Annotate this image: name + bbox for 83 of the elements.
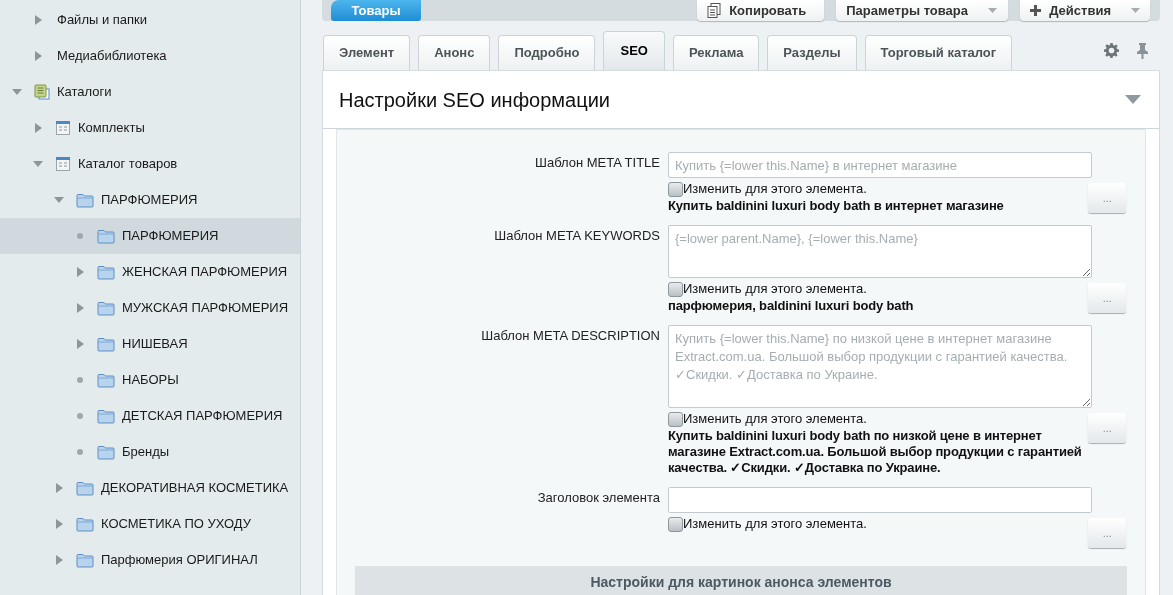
collapsed-arrow-icon[interactable] (33, 15, 43, 25)
collapsed-arrow-icon[interactable] (54, 519, 64, 529)
folder-icon (76, 516, 94, 532)
tree-item[interactable]: МУЖСКАЯ ПАРФЮМЕРИЯ (122, 298, 289, 318)
checkbox[interactable] (668, 181, 683, 197)
expanded-arrow-icon[interactable] (12, 87, 22, 97)
collapsed-arrow-icon[interactable] (54, 555, 64, 565)
checkbox-label: Изменить для этого элемента. (683, 411, 867, 427)
tree-item[interactable]: Парфюмерия ОРИГИНАЛ (101, 550, 258, 570)
selected-tree-row[interactable]: ПАРФЮМЕРИЯ (0, 218, 300, 254)
collapse-triangle-icon[interactable] (1125, 95, 1141, 104)
checkbox-label: Изменить для этого элемента. (683, 516, 867, 532)
checkbox[interactable] (668, 281, 683, 297)
tab[interactable]: Анонс (418, 35, 491, 70)
folder-icon (97, 300, 115, 316)
tree-item[interactable]: ПАРФЮМЕРИЯ (101, 190, 198, 210)
settings-icon[interactable] (1104, 43, 1119, 58)
field-label: Шаблон META KEYWORDS (493, 227, 660, 245)
panel-title: Настройки SEO информации (339, 87, 610, 113)
collapsed-arrow-icon[interactable] (33, 123, 43, 133)
bullet-icon (75, 375, 85, 385)
tab[interactable]: Подробно (498, 35, 596, 70)
field-label: Заголовок элемента (536, 489, 660, 507)
tree-item[interactable]: ПАРФЮМЕРИЯ (122, 226, 219, 246)
toolbar-button[interactable]: Копировать (697, 0, 825, 21)
folder-icon (76, 552, 94, 568)
tab[interactable]: SEO (603, 31, 665, 70)
tree-item[interactable]: Бренды (122, 442, 170, 462)
tree-item[interactable]: Медиабиблиотека (57, 46, 167, 66)
copy-icon (707, 3, 722, 18)
expanded-arrow-icon[interactable] (33, 159, 43, 169)
checkbox[interactable] (668, 411, 683, 427)
folder-icon (76, 192, 94, 208)
template-textarea[interactable]: {=lower parent.Name}, {=lower this.Name} (668, 225, 1092, 278)
template-textarea[interactable]: Купить {=lower this.Name} по низкой цене в интернет магазине Extract.com.ua. Большой выбор продукции с гарантией качества. ✓Скидки. ✓Доставка по Украине. (668, 325, 1092, 408)
folder-icon (76, 480, 94, 496)
checkbox[interactable] (668, 516, 683, 532)
tab[interactable]: Разделы (767, 35, 857, 70)
folder-icon (97, 228, 115, 244)
template-input[interactable]: Купить {=lower this.Name} в интернет магазине (668, 152, 1092, 178)
collapsed-arrow-icon[interactable] (54, 483, 64, 493)
collapsed-arrow-icon[interactable] (75, 303, 85, 313)
computed-value: парфюмерия, baldinini luxuri body bath (668, 298, 915, 314)
tree-item[interactable]: ДЕТСКАЯ ПАРФЮМЕРИЯ (122, 406, 283, 426)
bullet-icon (75, 447, 85, 457)
field-label: Шаблон META TITLE (534, 154, 660, 172)
folder-icon (97, 372, 115, 388)
plus-icon (1030, 5, 1042, 16)
tree-item[interactable]: КОСМЕТИКА ПО УХОДУ (101, 514, 252, 534)
folder-icon (97, 264, 115, 280)
tab[interactable]: Элемент (323, 35, 411, 70)
toolbar-button[interactable]: Действия (1020, 0, 1150, 21)
checkbox-label: Изменить для этого элемента. (683, 281, 867, 297)
collapsed-arrow-icon[interactable] (75, 267, 85, 277)
tree-item[interactable]: Каталог товаров (78, 154, 178, 174)
folder-icon (97, 444, 115, 460)
tab[interactable]: Реклама (672, 35, 760, 70)
tree-item[interactable]: Файлы и папки (57, 10, 148, 30)
expanded-arrow-icon[interactable] (54, 195, 64, 205)
template-input[interactable] (668, 487, 1092, 513)
tree-item[interactable]: ДЕКОРАТИВНАЯ КОСМЕТИКА (101, 478, 289, 498)
toolbar-button[interactable]: Параметры товара (836, 0, 1009, 21)
tree-item[interactable]: НИШЕВАЯ (122, 334, 188, 354)
collapsed-arrow-icon[interactable] (33, 51, 43, 61)
list-icon (55, 156, 71, 172)
catalog-icon (34, 84, 50, 100)
collapsed-arrow-icon[interactable] (75, 339, 85, 349)
folder-icon (97, 408, 115, 424)
computed-value: Купить baldinini luxuri body bath в интернет магазине (668, 198, 1005, 214)
field-label: Шаблон META DESCRIPTION (480, 327, 660, 345)
tree-item[interactable]: Комплекты (78, 118, 145, 138)
tree-item[interactable]: Каталоги (57, 82, 112, 102)
folder-icon (97, 336, 115, 352)
tree-item[interactable]: НАБОРЫ (122, 370, 179, 390)
tree-item[interactable]: ЖЕНСКАЯ ПАРФЮМЕРИЯ (122, 262, 288, 282)
bullet-icon (75, 411, 85, 421)
pin-icon[interactable] (1137, 42, 1148, 59)
tab[interactable]: Торговый каталог (864, 35, 1013, 70)
checkbox-label: Изменить для этого элемента. (683, 181, 867, 197)
section-header: Настройки для картинок анонса элементов (355, 566, 1127, 595)
bullet-icon (75, 231, 85, 241)
computed-value: Купить baldinini luxuri body bath по низкой цене в интернет магазине Extract.com.ua. Большой выбор продукции с гарантией качества. ✓Скидки. ✓Доставка по Украине. (668, 428, 1083, 476)
list-icon (55, 120, 71, 136)
